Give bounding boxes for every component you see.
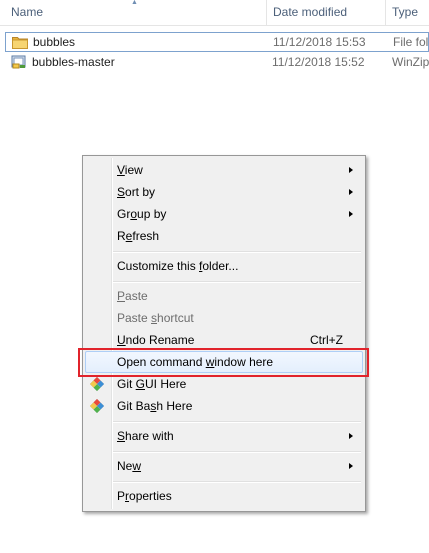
menu-item-label: New bbox=[117, 459, 142, 473]
menu-separator bbox=[113, 481, 361, 483]
file-name: bubbles-master bbox=[32, 55, 115, 69]
file-row-bubbles[interactable]: bubbles 11/12/2018 15:53 File fol bbox=[5, 32, 429, 52]
git-gui-icon bbox=[89, 376, 105, 392]
menu-separator bbox=[113, 421, 361, 423]
file-row-bubbles-master[interactable]: bubbles-master 11/12/2018 15:52 WinZip bbox=[5, 53, 429, 73]
menu-item-label: Properties bbox=[117, 489, 172, 503]
menu-item-share-with[interactable]: Share with bbox=[85, 425, 363, 447]
menu-item-label: Paste shortcut bbox=[117, 311, 194, 325]
menu-separator bbox=[113, 251, 361, 253]
name-column-label: Name bbox=[11, 5, 44, 19]
menu-item-refresh[interactable]: Refresh bbox=[85, 225, 363, 247]
menu-item-label: Customize this folder... bbox=[117, 259, 239, 273]
submenu-arrow-icon bbox=[349, 167, 353, 173]
menu-item-label: Group by bbox=[117, 207, 167, 221]
menu-separator bbox=[113, 281, 361, 283]
submenu-arrow-icon bbox=[349, 463, 353, 469]
menu-item-properties[interactable]: Properties bbox=[85, 485, 363, 507]
menu-item-group-by[interactable]: Group by bbox=[85, 203, 363, 225]
menu-item-new[interactable]: New bbox=[85, 455, 363, 477]
file-date: 11/12/2018 15:52 bbox=[272, 55, 365, 69]
menu-item-sort-by[interactable]: Sort by bbox=[85, 181, 363, 203]
type-column-label: Type bbox=[392, 5, 419, 19]
menu-item-label: View bbox=[117, 163, 143, 177]
menu-item-paste[interactable]: Paste bbox=[85, 285, 363, 307]
column-header: Name ▲ Date modified Type bbox=[0, 0, 429, 26]
menu-item-customize-folder[interactable]: Customize this folder... bbox=[85, 255, 363, 277]
zip-file-icon bbox=[11, 55, 26, 69]
type-column-header[interactable]: Type bbox=[385, 0, 429, 25]
submenu-arrow-icon bbox=[349, 211, 353, 217]
file-type: WinZip bbox=[392, 55, 429, 69]
git-bash-icon bbox=[89, 398, 105, 414]
menu-item-git-bash[interactable]: Git Bash Here bbox=[85, 395, 363, 417]
context-menu: View Sort by Group by Refresh Customize … bbox=[82, 155, 366, 512]
menu-separator bbox=[113, 451, 361, 453]
menu-item-paste-shortcut[interactable]: Paste shortcut bbox=[85, 307, 363, 329]
annotation-highlight-box bbox=[78, 348, 369, 377]
submenu-arrow-icon bbox=[349, 433, 353, 439]
menu-item-label: Sort by bbox=[117, 185, 156, 199]
menu-item-view[interactable]: View bbox=[85, 159, 363, 181]
file-name: bubbles bbox=[33, 35, 76, 49]
date-modified-column-label: Date modified bbox=[273, 5, 348, 19]
file-date: 11/12/2018 15:53 bbox=[273, 35, 366, 49]
date-modified-column-header[interactable]: Date modified bbox=[266, 0, 385, 25]
folder-icon bbox=[12, 37, 28, 49]
sort-ascending-icon: ▲ bbox=[131, 0, 138, 6]
menu-item-label: Share with bbox=[117, 429, 174, 443]
menu-item-label: Paste bbox=[117, 289, 148, 303]
menu-item-label: Refresh bbox=[117, 229, 160, 243]
file-type: File fol bbox=[393, 35, 429, 49]
menu-item-label: Git Bash Here bbox=[117, 399, 193, 413]
submenu-arrow-icon bbox=[349, 189, 353, 195]
